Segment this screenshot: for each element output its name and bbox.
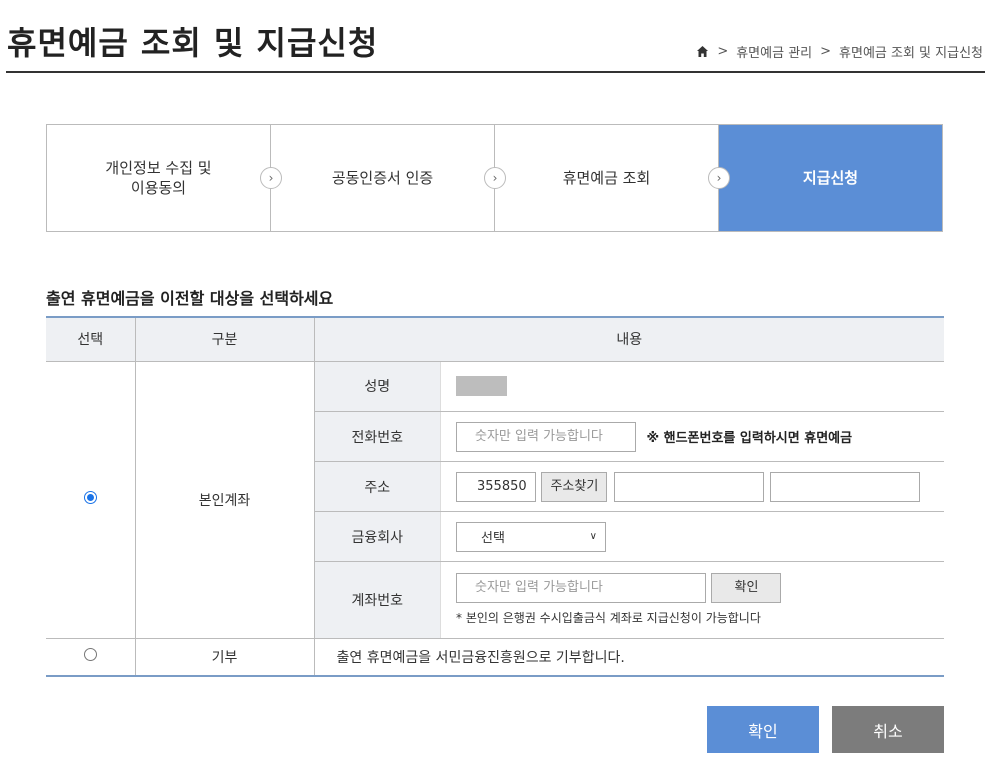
step-indicator: 개인정보 수집 및 이용동의 › 공동인증서 인증 › 휴면예금 조회 › 지급… [46,124,943,232]
name-label: 성명 [314,361,441,412]
header-select: 선택 [46,317,136,362]
step-label: 지급신청 [802,169,859,187]
title-divider [6,71,985,73]
masked-name [456,376,507,397]
chevron-right-icon: › [484,167,506,189]
breadcrumb-item-dormant-management[interactable]: 휴면예금 관리 [736,42,812,61]
transfer-target-table: 선택 구분 내용 본인계좌 성명 전화번호 숫자만 입력 가능합니다 ※ 핸드폰… [46,316,944,677]
breadcrumb: > 휴면예금 관리 > 휴면예금 조회 및 지급신청 [696,42,983,61]
phone-value: 숫자만 입력 가능합니다 ※ 핸드폰번호를 입력하시면 휴면예금 [440,411,944,462]
chevron-right-icon: › [708,167,730,189]
bank-select[interactable]: 선택 ∨ [456,521,606,552]
account-note: * 본인의 은행권 수시입출금식 계좌로 지급신청이 가능합니다 [456,611,761,626]
bank-select-value: 선택 [481,531,505,546]
own-account-label: 본인계좌 [135,361,315,639]
chevron-right-icon: › [260,167,282,189]
table-row-own-account: 본인계좌 성명 전화번호 숫자만 입력 가능합니다 ※ 핸드폰번호를 입력하시면… [46,361,945,639]
home-icon[interactable] [696,45,709,58]
donation-radio[interactable] [83,648,97,662]
page-title: 휴면예금 조회 및 지급신청 [7,24,379,62]
phone-label: 전화번호 [314,411,441,462]
address-search-button[interactable]: 주소찾기 [541,471,608,502]
step-label: 개인정보 수집 및 이용동의 [105,159,212,197]
donation-label: 기부 [135,638,315,677]
name-value [440,361,944,412]
postal-code-input[interactable]: 355850 [456,471,536,502]
step-label: 공동인증서 인증 [331,169,434,187]
table-row-donation: 기부 출연 휴면예금을 서민금융진흥원으로 기부합니다. [46,638,944,677]
address-value: 355850 주소찾기 [440,461,944,512]
step-label: 휴면예금 조회 [562,169,651,187]
address-label: 주소 [314,461,441,512]
phone-input[interactable]: 숫자만 입력 가능합니다 [456,421,636,452]
header-content: 내용 [314,317,944,362]
header-category: 구분 [135,317,315,362]
confirm-button[interactable]: 확인 [707,706,819,753]
step-payment-request: 지급신청 [719,125,942,231]
breadcrumb-separator-icon: > [717,44,729,59]
account-value: 숫자만 입력 가능합니다 확인 * 본인의 은행권 수시입출금식 계좌로 지급신… [441,562,945,638]
own-account-radio[interactable] [83,491,97,504]
breadcrumb-item-current: 휴면예금 조회 및 지급신청 [839,46,983,61]
account-confirm-button[interactable]: 확인 [711,573,782,604]
donation-text: 출연 휴면예금을 서민금융진흥원으로 기부합니다. [314,638,944,677]
bank-value: 선택 ∨ [440,511,944,562]
breadcrumb-separator-icon: > [820,44,832,59]
phone-note: ※ 핸드폰번호를 입력하시면 휴면예금 [646,431,853,446]
chevron-down-icon: ∨ [589,531,597,542]
address-line2-input[interactable] [770,471,921,502]
account-number-input[interactable]: 숫자만 입력 가능합니다 [456,573,706,604]
bank-label: 금융회사 [314,511,441,562]
select-cell [46,638,136,677]
address-line1-input[interactable] [613,471,764,502]
account-label: 계좌번호 [314,561,441,638]
section-title: 출연 휴면예금을 이전할 대상을 선택하세요 [46,289,334,308]
cancel-button[interactable]: 취소 [832,706,944,753]
step-lookup: 휴면예금 조회 › [495,125,730,231]
select-cell [46,361,136,639]
step-consent: 개인정보 수집 및 이용동의 › [47,125,282,231]
own-account-details: 성명 전화번호 숫자만 입력 가능합니다 ※ 핸드폰번호를 입력하시면 휴면예금… [314,361,945,639]
step-certificate: 공동인증서 인증 › [271,125,506,231]
